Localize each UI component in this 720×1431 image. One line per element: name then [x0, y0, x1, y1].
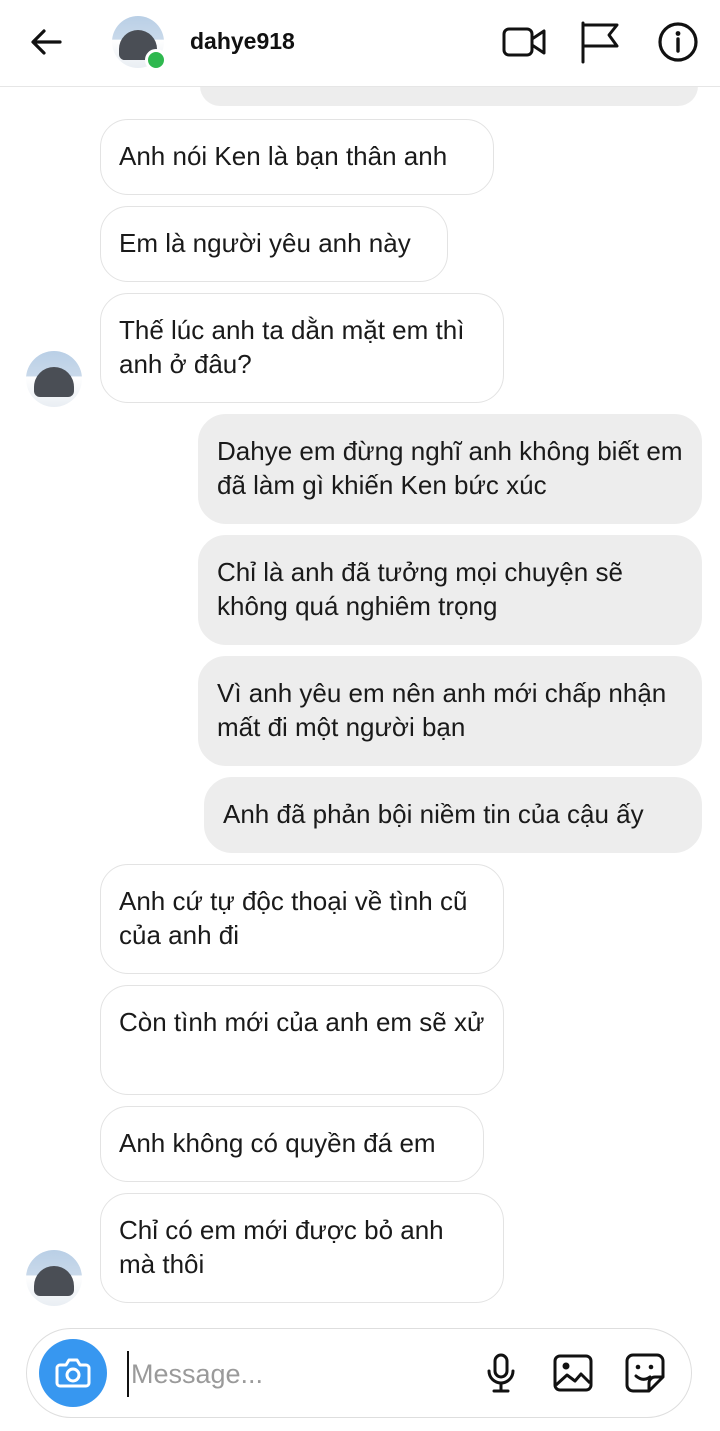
incoming-message[interactable]: Thế lúc anh ta dằn mặt em thì anh ở đâu? [100, 293, 504, 403]
message-input[interactable] [127, 1351, 463, 1397]
incoming-message[interactable]: Anh cứ tự độc thoại về tình cũ của anh đ… [100, 864, 504, 974]
message-list[interactable]: Anh nói Ken là bạn thân anh Em là người … [0, 66, 720, 1316]
info-icon [658, 22, 698, 62]
gallery-button[interactable] [551, 1351, 595, 1395]
voice-message-button[interactable] [479, 1351, 523, 1395]
video-call-button[interactable] [500, 18, 548, 66]
camera-button[interactable] [39, 1339, 107, 1407]
incoming-message[interactable]: Anh không có quyền đá em [100, 1106, 484, 1182]
outgoing-message[interactable]: Vì anh yêu em nên anh mới chấp nhận mất … [198, 656, 702, 766]
camera-icon [55, 1358, 91, 1388]
outgoing-message[interactable]: Anh đã phản bội niềm tin của cậu ấy [204, 777, 702, 853]
contact-avatar[interactable] [112, 16, 167, 71]
flag-icon [581, 21, 619, 64]
chat-header: dahye918 [0, 0, 720, 87]
outgoing-message[interactable]: Dahye em đừng nghĩ anh không biết em đã … [198, 414, 702, 524]
incoming-message[interactable]: Chỉ có em mới được bỏ anh mà thôi [100, 1193, 504, 1303]
sticker-icon [625, 1353, 665, 1393]
incoming-message[interactable]: Em là người yêu anh này [100, 206, 448, 282]
contact-username[interactable]: dahye918 [190, 28, 295, 55]
conversation-info-button[interactable] [654, 18, 702, 66]
online-status-dot [145, 49, 167, 71]
contact-avatar-small[interactable] [26, 1250, 82, 1306]
gallery-icon [553, 1354, 593, 1392]
microphone-icon [487, 1353, 515, 1393]
outgoing-message[interactable]: Chỉ là anh đã tưởng mọi chuyện sẽ không … [198, 535, 702, 645]
message-composer [26, 1328, 692, 1418]
video-call-icon [502, 27, 546, 57]
incoming-message[interactable]: Anh nói Ken là bạn thân anh [100, 119, 494, 195]
incoming-message[interactable]: Còn tình mới của anh em sẽ xử [100, 985, 504, 1095]
back-arrow-icon [31, 29, 62, 55]
report-button[interactable] [576, 18, 624, 66]
sticker-button[interactable] [623, 1351, 667, 1395]
back-button[interactable] [26, 24, 66, 60]
contact-avatar-small[interactable] [26, 351, 82, 407]
